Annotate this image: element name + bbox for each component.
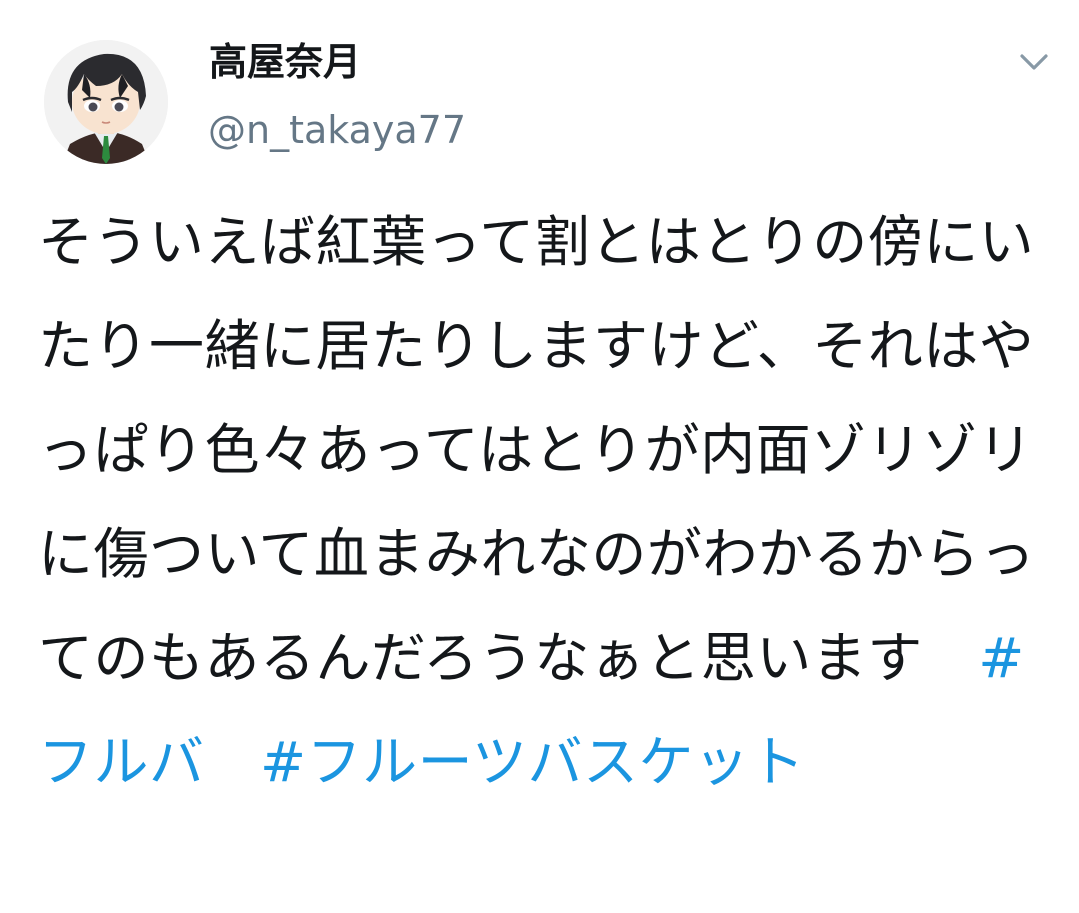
hashtag-separator xyxy=(205,730,261,794)
chevron-down-icon xyxy=(1020,54,1048,70)
tweet-menu-button[interactable] xyxy=(1012,44,1056,80)
tweet: 高屋奈月 @n_takaya77 そういえば紅葉って割とはとりの傍にいたり一緒に… xyxy=(0,0,1079,913)
avatar-illustration xyxy=(44,40,168,164)
avatar[interactable] xyxy=(44,40,168,164)
user-handle[interactable]: @n_takaya77 xyxy=(208,104,466,156)
tweet-body: そういえば紅葉って割とはとりの傍にいたり一緒に居たりしますけど、それはやっぱり色… xyxy=(38,210,1036,690)
hashtag-link[interactable]: #フルーツバスケット xyxy=(260,730,805,794)
tweet-text: そういえば紅葉って割とはとりの傍にいたり一緒に居たりしますけど、それはやっぱり色… xyxy=(38,190,1048,814)
display-name[interactable]: 高屋奈月 xyxy=(209,36,361,88)
